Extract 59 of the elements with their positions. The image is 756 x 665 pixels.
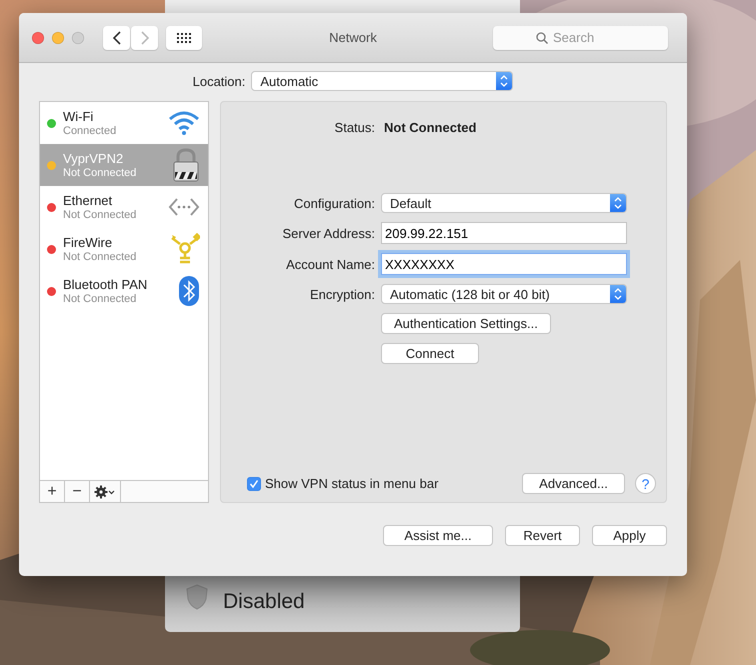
service-status: Not Connected bbox=[63, 166, 138, 180]
input-field[interactable]: XXXXXXXX bbox=[381, 253, 627, 275]
firewall-status: Disabled bbox=[223, 590, 305, 614]
service-name: VyprVPN2 bbox=[63, 150, 124, 166]
field-label: Server Address: bbox=[282, 226, 375, 240]
grid-icon bbox=[177, 32, 191, 42]
push-button[interactable]: Assist me... bbox=[383, 525, 493, 546]
minimize-button[interactable] bbox=[52, 32, 64, 44]
location-popup[interactable]: Automatic bbox=[251, 71, 514, 91]
field-label: Configuration: bbox=[293, 196, 375, 210]
service-name: FireWire bbox=[63, 234, 114, 250]
add-button[interactable]: + bbox=[40, 481, 65, 502]
remove-button[interactable]: − bbox=[65, 481, 90, 502]
push-button[interactable]: Connect bbox=[381, 343, 479, 364]
bluetooth-icon bbox=[178, 275, 200, 307]
search-field[interactable]: Search bbox=[493, 26, 668, 50]
padlock-icon bbox=[172, 148, 200, 182]
wifi-icon bbox=[168, 110, 200, 136]
input-field[interactable]: 209.99.22.151 bbox=[381, 222, 627, 244]
stepper-icon bbox=[610, 194, 626, 212]
service-status: Not Connected bbox=[63, 292, 138, 306]
chevron-left-icon bbox=[112, 30, 122, 44]
window-title: Network bbox=[328, 30, 378, 45]
chevron-right-icon bbox=[140, 30, 150, 44]
service-item[interactable]: FireWire Not Connected bbox=[40, 228, 208, 270]
zoom-button[interactable] bbox=[72, 32, 84, 44]
service-status: Not Connected bbox=[63, 250, 138, 264]
push-button[interactable]: Revert bbox=[505, 525, 580, 546]
checkbox[interactable] bbox=[247, 476, 261, 490]
gear-icon bbox=[94, 484, 116, 498]
show-all-button[interactable] bbox=[166, 26, 202, 50]
firewire-icon bbox=[170, 233, 200, 265]
field-label: Account Name: bbox=[285, 256, 375, 272]
service-status: Not Connected bbox=[63, 208, 138, 222]
service-item[interactable]: Wi-Fi Connected bbox=[40, 102, 208, 144]
checkbox-label: Show VPN status in menu bar bbox=[265, 476, 438, 491]
stepper-icon bbox=[496, 72, 512, 90]
service-name: Bluetooth PAN bbox=[63, 276, 148, 292]
service-name: Ethernet bbox=[63, 192, 114, 208]
help-button[interactable]: ? bbox=[635, 473, 656, 494]
status-value: Not Connected bbox=[384, 120, 476, 135]
location-label: Location: bbox=[192, 74, 246, 88]
close-button[interactable] bbox=[32, 32, 44, 44]
field-label: Encryption: bbox=[308, 286, 375, 302]
advanced-button[interactable]: Advanced... bbox=[522, 473, 625, 494]
service-name: Wi-Fi bbox=[63, 108, 94, 124]
arrows-icon bbox=[168, 197, 200, 217]
back-button[interactable] bbox=[103, 26, 130, 50]
push-button[interactable]: Authentication Settings... bbox=[381, 313, 551, 334]
status-label: Status: bbox=[334, 120, 375, 135]
service-item[interactable]: Ethernet Not Connected bbox=[40, 186, 208, 228]
stepper-icon bbox=[610, 285, 626, 303]
service-status: Connected bbox=[63, 124, 118, 138]
push-button[interactable]: Apply bbox=[592, 525, 667, 546]
popup-menu[interactable]: Automatic (128 bit or 40 bit) bbox=[381, 284, 627, 304]
popup-menu[interactable]: Default bbox=[381, 193, 627, 213]
service-item[interactable]: Bluetooth PAN Not Connected bbox=[40, 270, 208, 312]
shield-icon bbox=[186, 584, 208, 610]
search-icon bbox=[536, 32, 548, 44]
